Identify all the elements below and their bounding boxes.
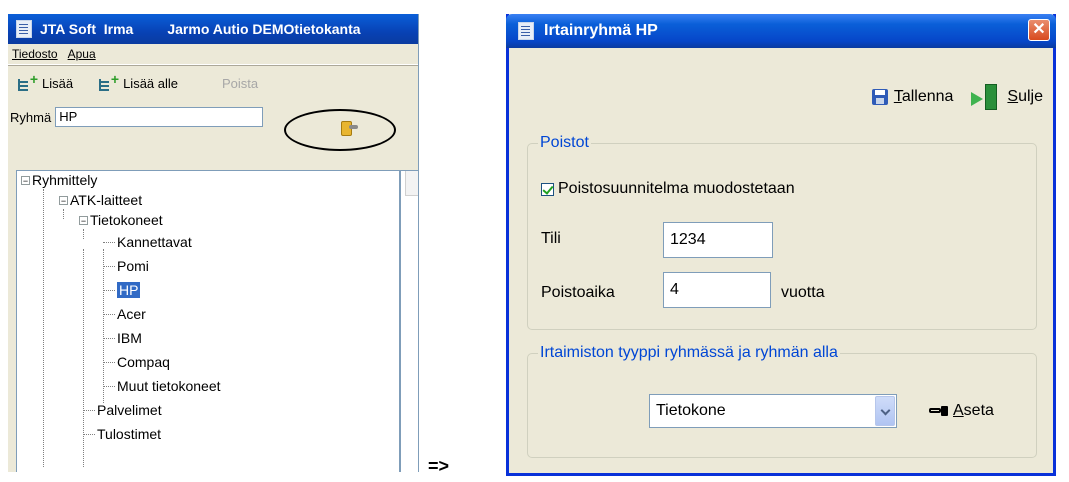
chevron-down-icon[interactable] xyxy=(875,396,895,426)
menubar: Tiedosto Apua xyxy=(8,44,418,65)
toolbar: + Lisää + Lisää alle Poista xyxy=(8,65,418,101)
menu-apua-label: Apua xyxy=(67,47,96,61)
apply-label-rest: seta xyxy=(963,402,994,419)
tree-node[interactable]: HP xyxy=(103,281,141,299)
group-dialog: Irtainryhmä HP ✕ Tallenna Sulje Poistot … xyxy=(506,14,1056,476)
save-accel: T xyxy=(893,88,902,105)
exit-door-icon xyxy=(971,84,999,110)
tree-node-label: Tietokoneet xyxy=(90,212,163,228)
tree-node-label: Compaq xyxy=(117,354,170,370)
tree-node[interactable]: Pomi xyxy=(103,257,149,275)
pointing-hand-icon xyxy=(929,404,949,418)
add-button[interactable]: + Lisää xyxy=(16,72,74,93)
close-icon[interactable]: ✕ xyxy=(1028,19,1050,41)
add-below-button-label: Lisää alle xyxy=(123,75,179,91)
add-button-label: Lisää xyxy=(42,75,74,91)
close-button[interactable]: Sulje xyxy=(1007,88,1043,106)
tree-node-label: Muut tietokoneet xyxy=(117,378,221,394)
tree-node[interactable]: Kannettavat xyxy=(103,233,192,251)
asset-type-select[interactable]: Tietokone xyxy=(649,394,897,428)
app-icon xyxy=(16,20,32,38)
tree-node-label: Palvelimet xyxy=(97,402,162,418)
tree-node[interactable]: Tulostimet xyxy=(83,425,161,443)
collapse-icon[interactable]: − xyxy=(21,176,30,186)
tree-node-label: Ryhmittely xyxy=(32,172,98,188)
group-label: Ryhmä xyxy=(10,109,52,125)
depreciation-legend: Poistot xyxy=(540,134,589,151)
collapse-icon[interactable]: − xyxy=(79,216,88,226)
tree-node-label: IBM xyxy=(117,330,142,346)
asset-type-value: Tietokone xyxy=(656,402,726,419)
tree-node[interactable]: − Ryhmittely xyxy=(21,171,97,189)
app-title: JTA Soft Irma xyxy=(40,21,134,37)
add-child-node-icon: + xyxy=(97,72,119,93)
collapse-icon[interactable]: − xyxy=(59,196,68,206)
period-input[interactable]: 4 xyxy=(663,272,771,308)
asset-type-legend: Irtaimiston tyyppi ryhmässä ja ryhmän al… xyxy=(540,344,838,361)
floppy-disk-icon xyxy=(871,89,888,105)
apply-button[interactable]: Aseta xyxy=(929,402,994,420)
remove-button[interactable]: Poista xyxy=(222,76,258,91)
save-label-rest: allenna xyxy=(901,88,954,105)
add-node-icon: + xyxy=(16,72,38,93)
tree-node[interactable]: − Tietokoneet xyxy=(79,211,163,229)
tree-node-label: Acer xyxy=(117,306,146,322)
dialog-titlebar: Irtainryhmä HP ✕ xyxy=(506,14,1056,48)
dialog-title: Irtainryhmä HP xyxy=(544,22,658,39)
main-window: JTA Soft Irma Jarmo Autio DEMOtietokanta… xyxy=(8,14,419,472)
account-label: Tili xyxy=(541,230,561,247)
tree-node[interactable]: Muut tietokoneet xyxy=(103,377,221,395)
add-below-button[interactable]: + Lisää alle xyxy=(97,72,179,93)
group-input[interactable]: HP xyxy=(55,107,264,127)
plan-checkbox-row[interactable]: Poistosuunnitelma muodostetaan xyxy=(541,180,795,198)
period-unit: vuotta xyxy=(781,284,825,301)
menu-tiedosto-label: Tiedosto xyxy=(12,47,58,61)
apply-accel: A xyxy=(953,402,964,419)
tree-node[interactable]: Acer xyxy=(103,305,146,323)
close-accel: S xyxy=(1007,88,1019,105)
tree-node[interactable]: IBM xyxy=(103,329,142,347)
tree-node-label: Pomi xyxy=(117,258,149,274)
group-tree: − Ryhmittely − ATK-laitteet − Tietokoneet K… xyxy=(16,170,400,472)
database-title: Jarmo Autio DEMOtietokanta xyxy=(167,21,361,37)
close-label-rest: ulje xyxy=(1018,88,1043,105)
period-label: Poistoaika xyxy=(541,284,615,301)
account-input[interactable]: 1234 xyxy=(663,222,773,258)
tree-node[interactable]: Palvelimet xyxy=(83,401,162,419)
tree-node-label: Tulostimet xyxy=(97,426,162,442)
dialog-toolbar: Tallenna Sulje xyxy=(871,84,1043,110)
side-panel xyxy=(400,170,418,472)
menu-tiedosto[interactable]: Tiedosto xyxy=(8,47,63,61)
tree-node-label: Kannettavat xyxy=(117,234,192,250)
highlight-ellipse xyxy=(284,109,396,151)
dialog-app-icon xyxy=(518,22,534,40)
tree-node-label: HP xyxy=(117,282,141,298)
main-titlebar: JTA Soft Irma Jarmo Autio DEMOtietokanta xyxy=(8,14,418,44)
save-button[interactable]: Tallenna xyxy=(894,88,954,106)
plan-checkbox-label: Poistosuunnitelma muodostetaan xyxy=(558,180,795,197)
transition-arrow: => xyxy=(428,456,450,476)
tree-node[interactable]: − ATK-laitteet xyxy=(59,191,142,209)
menu-apua[interactable]: Apua xyxy=(63,47,101,61)
remove-button-label: Poista xyxy=(222,75,259,91)
tree-node-label: ATK-laitteet xyxy=(70,192,143,208)
tree-node[interactable]: Compaq xyxy=(103,353,170,371)
plan-checkbox[interactable] xyxy=(541,182,554,196)
